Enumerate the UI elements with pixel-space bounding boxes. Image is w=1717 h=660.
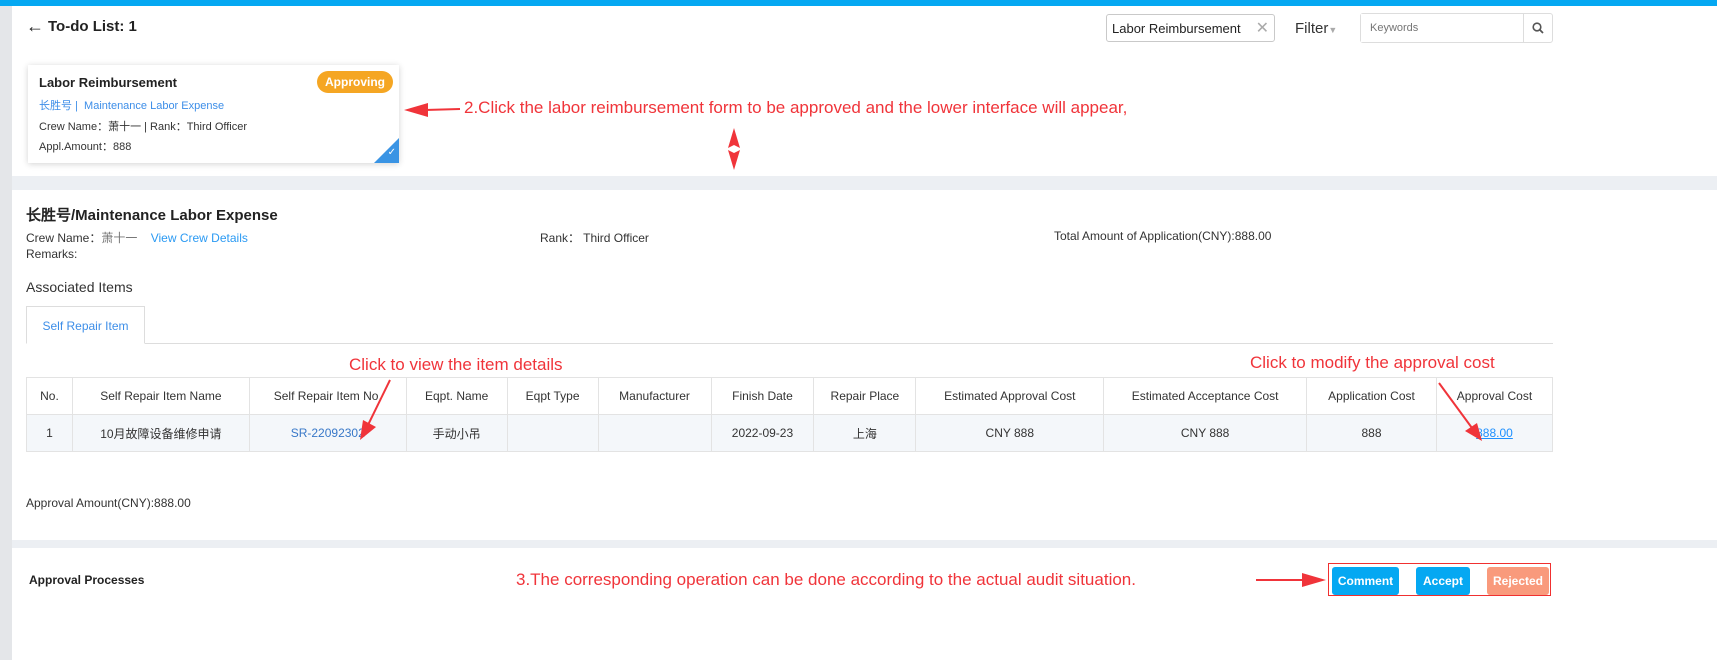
annotation-modify-cost: Click to modify the approval cost <box>1250 353 1495 372</box>
cell-est-approval: CNY 888 <box>915 414 1105 452</box>
cell-item-name: 10月故障设备维修申请 <box>71 414 250 452</box>
cell-est-acceptance: CNY 888 <box>1103 414 1308 452</box>
col-header: Repair Place <box>813 377 917 415</box>
col-header: Eqpt Type <box>506 377 599 415</box>
approval-processes-title: Approval Processes <box>29 573 145 587</box>
search-input[interactable] <box>1361 14 1523 42</box>
col-header: Self Repair Item Name <box>71 377 250 415</box>
remarks: Remarks: <box>26 247 78 261</box>
item-no-link[interactable]: SR-22092302 <box>291 426 365 440</box>
approval-cost-link[interactable]: 888.00 <box>1476 426 1513 440</box>
search-button[interactable] <box>1523 14 1552 42</box>
status-badge: Approving <box>317 71 393 93</box>
associated-items-heading: Associated Items <box>26 279 133 295</box>
tab-bar: Self Repair Item <box>26 306 1553 344</box>
selected-corner: ✓ <box>374 138 399 163</box>
table-row: 1 10月故障设备维修申请 SR-22092302 手动小吊 2022-09-2… <box>26 414 1554 452</box>
cell-finish-date: 2022-09-23 <box>710 414 815 452</box>
filter-chip-label: Labor Reimbursement <box>1112 21 1241 36</box>
detail-title: 长胜号/Maintenance Labor Expense <box>26 207 278 224</box>
table-header-row: No. Self Repair Item Name Self Repair Item… <box>26 377 1554 415</box>
left-strip <box>0 6 12 660</box>
col-header: Self Repair Item No. <box>248 377 407 415</box>
col-header: Application Cost <box>1306 377 1437 415</box>
close-icon[interactable]: ✕ <box>1256 18 1269 38</box>
card-crew: Crew Name：萧十一 | Rank：Third Officer <box>39 121 248 133</box>
rank: Rank： Third Officer <box>540 231 649 245</box>
col-header: Estimated Acceptance Cost <box>1103 377 1308 415</box>
search-icon <box>1532 22 1544 34</box>
tab-self-repair-item[interactable]: Self Repair Item <box>26 306 145 344</box>
view-crew-details-link[interactable]: View Crew Details <box>151 231 248 245</box>
col-header: No. <box>26 377 73 415</box>
filter-dropdown[interactable]: Filter▼ <box>1295 20 1337 37</box>
back-arrow-icon[interactable]: ← <box>26 16 44 37</box>
rejected-button[interactable]: Rejected <box>1487 567 1549 595</box>
cell-application-cost: 888 <box>1306 414 1437 452</box>
search-box <box>1360 13 1553 43</box>
card-title: Labor Reimbursement <box>39 75 177 90</box>
annotation-step2: 2.Click the labor reimbursement form to … <box>464 98 1128 117</box>
comment-button[interactable]: Comment <box>1332 567 1399 595</box>
card-amount: Appl.Amount：888 <box>39 141 132 153</box>
card-category: Maintenance Labor Expense <box>84 100 225 112</box>
cell-eqpt-name: 手动小吊 <box>405 414 508 452</box>
col-header: Eqpt. Name <box>405 377 508 415</box>
cell-no: 1 <box>26 414 73 452</box>
accept-button[interactable]: Accept <box>1416 567 1470 595</box>
cell-eqpt-type <box>506 414 599 452</box>
crew-label: Crew Name： <box>26 231 102 245</box>
todo-card[interactable]: Labor Reimbursement Approving 长胜号 | Main… <box>28 65 399 163</box>
title-text: To-do List: 1 <box>48 18 137 35</box>
crew-value: 萧十一 <box>101 231 138 245</box>
col-header: Finish Date <box>710 377 815 415</box>
caret-down-icon: ▼ <box>1328 25 1338 35</box>
col-header: Estimated Approval Cost <box>915 377 1105 415</box>
col-header: Manufacturer <box>597 377 712 415</box>
cell-manufacturer <box>597 414 712 452</box>
annotation-item-details: Click to view the item details <box>349 355 563 374</box>
col-header: Approval Cost <box>1435 377 1554 415</box>
action-buttons-highlight: Comment Accept Rejected <box>1328 563 1551 596</box>
check-icon: ✓ <box>387 147 396 158</box>
total-amount: Total Amount of Application(CNY):888.00 <box>1054 229 1272 243</box>
approval-amount: Approval Amount(CNY):888.00 <box>26 496 191 510</box>
cell-repair-place: 上海 <box>813 414 917 452</box>
filter-label: Filter <box>1295 20 1329 37</box>
page-title: ← To-do List: 1 <box>26 16 137 37</box>
annotation-step3: 3.The corresponding operation can be don… <box>516 570 1136 589</box>
card-vessel: 长胜号 | <box>39 100 78 112</box>
items-table: No. Self Repair Item Name Self Repair Item… <box>26 377 1554 452</box>
filter-chip[interactable]: Labor Reimbursement ✕ <box>1106 14 1275 42</box>
